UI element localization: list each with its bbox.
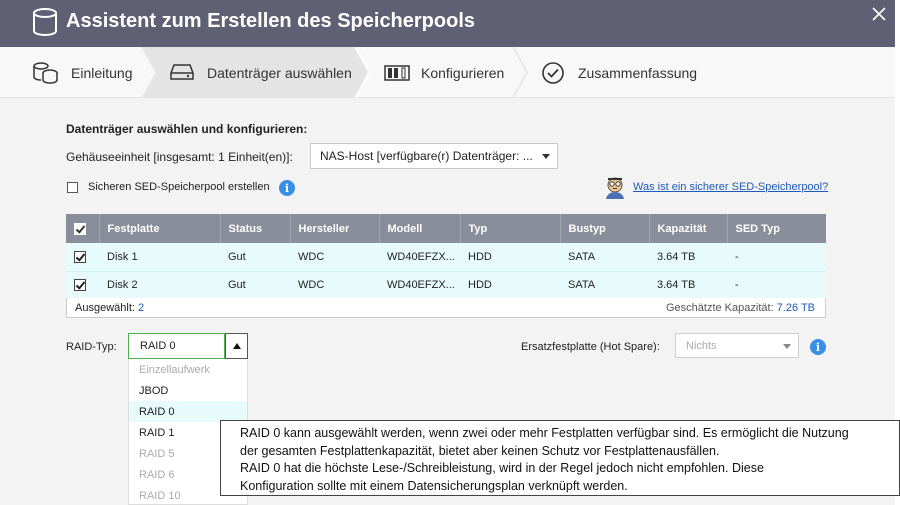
column-header-typ[interactable]: Typ <box>460 214 561 243</box>
step-datentraeger: Datenträger auswählen <box>170 47 360 98</box>
disk-table: Festplatte Status Hersteller Modell Typ … <box>66 214 826 300</box>
chevron-down-icon <box>783 344 791 349</box>
cell-disk: Disk 1 <box>99 243 220 272</box>
capacity-value: 7.26 TB <box>776 302 815 314</box>
cell-vendor: WDC <box>290 243 379 272</box>
raid-dropdown-toggle[interactable] <box>225 333 248 359</box>
cell-vendor: WDC <box>290 271 379 300</box>
raid-config-icon <box>384 65 410 84</box>
step-separator-icon <box>355 47 371 98</box>
hot-spare-value: Nichts <box>686 339 717 352</box>
sed-checkbox[interactable] <box>67 182 78 193</box>
row-checkbox-cell[interactable] <box>66 271 99 300</box>
cell-disk: Disk 2 <box>99 271 220 300</box>
window-title: Assistent zum Erstellen des Speicherpool… <box>66 10 476 32</box>
check-circle-icon <box>541 61 565 88</box>
table-header-row: Festplatte Status Hersteller Modell Typ … <box>66 214 826 243</box>
cell-type: HDD <box>460 243 560 272</box>
title-bar: Assistent zum Erstellen des Speicherpool… <box>0 0 895 47</box>
table-footer: Ausgewählt: 2 Geschätzte Kapazität: 7.26… <box>66 298 826 318</box>
tooltip-line: der gesamten Festplattenkapazität, biete… <box>240 443 720 458</box>
step-separator-icon <box>141 47 157 98</box>
capacity-summary: Geschätzte Kapazität: 7.26 TB <box>666 302 815 314</box>
column-header-modell[interactable]: Modell <box>379 214 461 243</box>
info-icon[interactable]: i <box>810 339 826 355</box>
step-konfigurieren: Konfigurieren <box>384 47 524 98</box>
cell-sed: - <box>727 243 826 272</box>
cell-model: WD40EFZX... <box>379 271 460 300</box>
database-stack-icon <box>32 61 60 88</box>
selected-summary: Ausgewählt: 2 <box>75 302 144 314</box>
disk-drive-icon <box>170 63 194 84</box>
row-checkbox[interactable] <box>74 250 86 263</box>
cell-bus: SATA <box>560 271 649 300</box>
sed-help-link[interactable]: Was ist ein sicherer SED-Speicherpool? <box>633 181 828 193</box>
close-icon[interactable] <box>869 4 889 24</box>
chevron-down-icon <box>542 154 550 159</box>
step-zusammenfassung: Zusammenfassung <box>541 47 711 98</box>
select-all-checkbox[interactable] <box>74 222 86 235</box>
column-header-status[interactable]: Status <box>220 214 291 243</box>
tooltip-line: Konfiguration sollte mit einem Datensich… <box>240 478 628 493</box>
hot-spare-label: Ersatzfestplatte (Hot Spare): <box>521 341 660 353</box>
tooltip-line: RAID 0 kann ausgewählt werden, wenn zwei… <box>240 426 849 440</box>
help-avatar-icon <box>603 175 627 202</box>
table-row[interactable]: Disk 2 Gut WDC WD40EFZX... HDD SATA 3.64… <box>66 271 826 300</box>
enclosure-select-value: NAS-Host [verfügbare(r) Datenträger: ... <box>320 149 533 163</box>
row-checkbox-cell[interactable] <box>66 243 99 272</box>
selected-count: 2 <box>138 302 145 314</box>
sed-checkbox-label: Sicheren SED-Speicherpool erstellen <box>88 181 270 193</box>
enclosure-label: Gehäuseeinheit [insgesamt: 1 Einheit(en)… <box>66 150 293 164</box>
raid-type-label: RAID-Typ: <box>66 341 117 353</box>
column-header-bustyp[interactable]: Bustyp <box>560 214 650 243</box>
cell-capacity: 3.64 TB <box>649 271 727 300</box>
capacity-label: Geschätzte Kapazität: <box>665 302 774 314</box>
wizard-content: Datenträger auswählen und konfigurieren:… <box>0 98 900 505</box>
storage-pool-icon <box>32 8 58 39</box>
info-icon[interactable]: i <box>279 180 295 196</box>
column-header-kapazitaet[interactable]: Kapazität <box>649 214 728 243</box>
cell-status: Gut <box>220 243 290 272</box>
cell-model: WD40EFZX... <box>379 243 460 272</box>
step-label: Datenträger auswählen <box>207 65 352 81</box>
cell-bus: SATA <box>560 243 649 272</box>
raid-type-select[interactable]: RAID 0 <box>128 333 225 359</box>
column-header-hersteller[interactable]: Hersteller <box>290 214 380 243</box>
raid-option-einzellaufwerk: Einzellaufwerk <box>139 363 210 376</box>
raid-option-raid0[interactable]: RAID 0 <box>129 401 247 422</box>
step-einleitung: Einleitung <box>32 47 142 98</box>
row-checkbox[interactable] <box>74 279 86 292</box>
section-heading: Datenträger auswählen und konfigurieren: <box>66 122 308 136</box>
table-row[interactable]: Disk 1 Gut WDC WD40EFZX... HDD SATA 3.64… <box>66 243 826 272</box>
tooltip-line: RAID 0 hat die höchste Lese-/Schreibleis… <box>240 461 764 475</box>
enclosure-select[interactable]: NAS-Host [verfügbare(r) Datenträger: ... <box>310 143 558 169</box>
selected-label: Ausgewählt: <box>75 302 135 314</box>
step-label: Einleitung <box>71 65 133 81</box>
raid-option-jbod[interactable]: JBOD <box>129 380 247 401</box>
column-header-festplatte[interactable]: Festplatte <box>99 214 221 243</box>
raid-type-value: RAID 0 <box>140 340 176 352</box>
cell-sed: - <box>727 271 826 300</box>
step-separator-icon <box>512 47 528 98</box>
raid-tooltip: RAID 0 kann ausgewählt werden, wenn zwei… <box>220 420 900 496</box>
cell-status: Gut <box>220 271 290 300</box>
step-label: Zusammenfassung <box>578 65 698 81</box>
wizard-steps: Einleitung Datenträger auswählen Konfigu… <box>0 47 895 98</box>
chevron-up-icon <box>232 343 241 349</box>
hot-spare-select: Nichts <box>675 333 799 358</box>
step-label: Konfigurieren <box>421 65 505 81</box>
cell-capacity: 3.64 TB <box>649 243 727 272</box>
select-all-header[interactable] <box>66 214 100 243</box>
cell-type: HDD <box>460 271 560 300</box>
column-header-sed-typ[interactable]: SED Typ <box>727 214 826 243</box>
